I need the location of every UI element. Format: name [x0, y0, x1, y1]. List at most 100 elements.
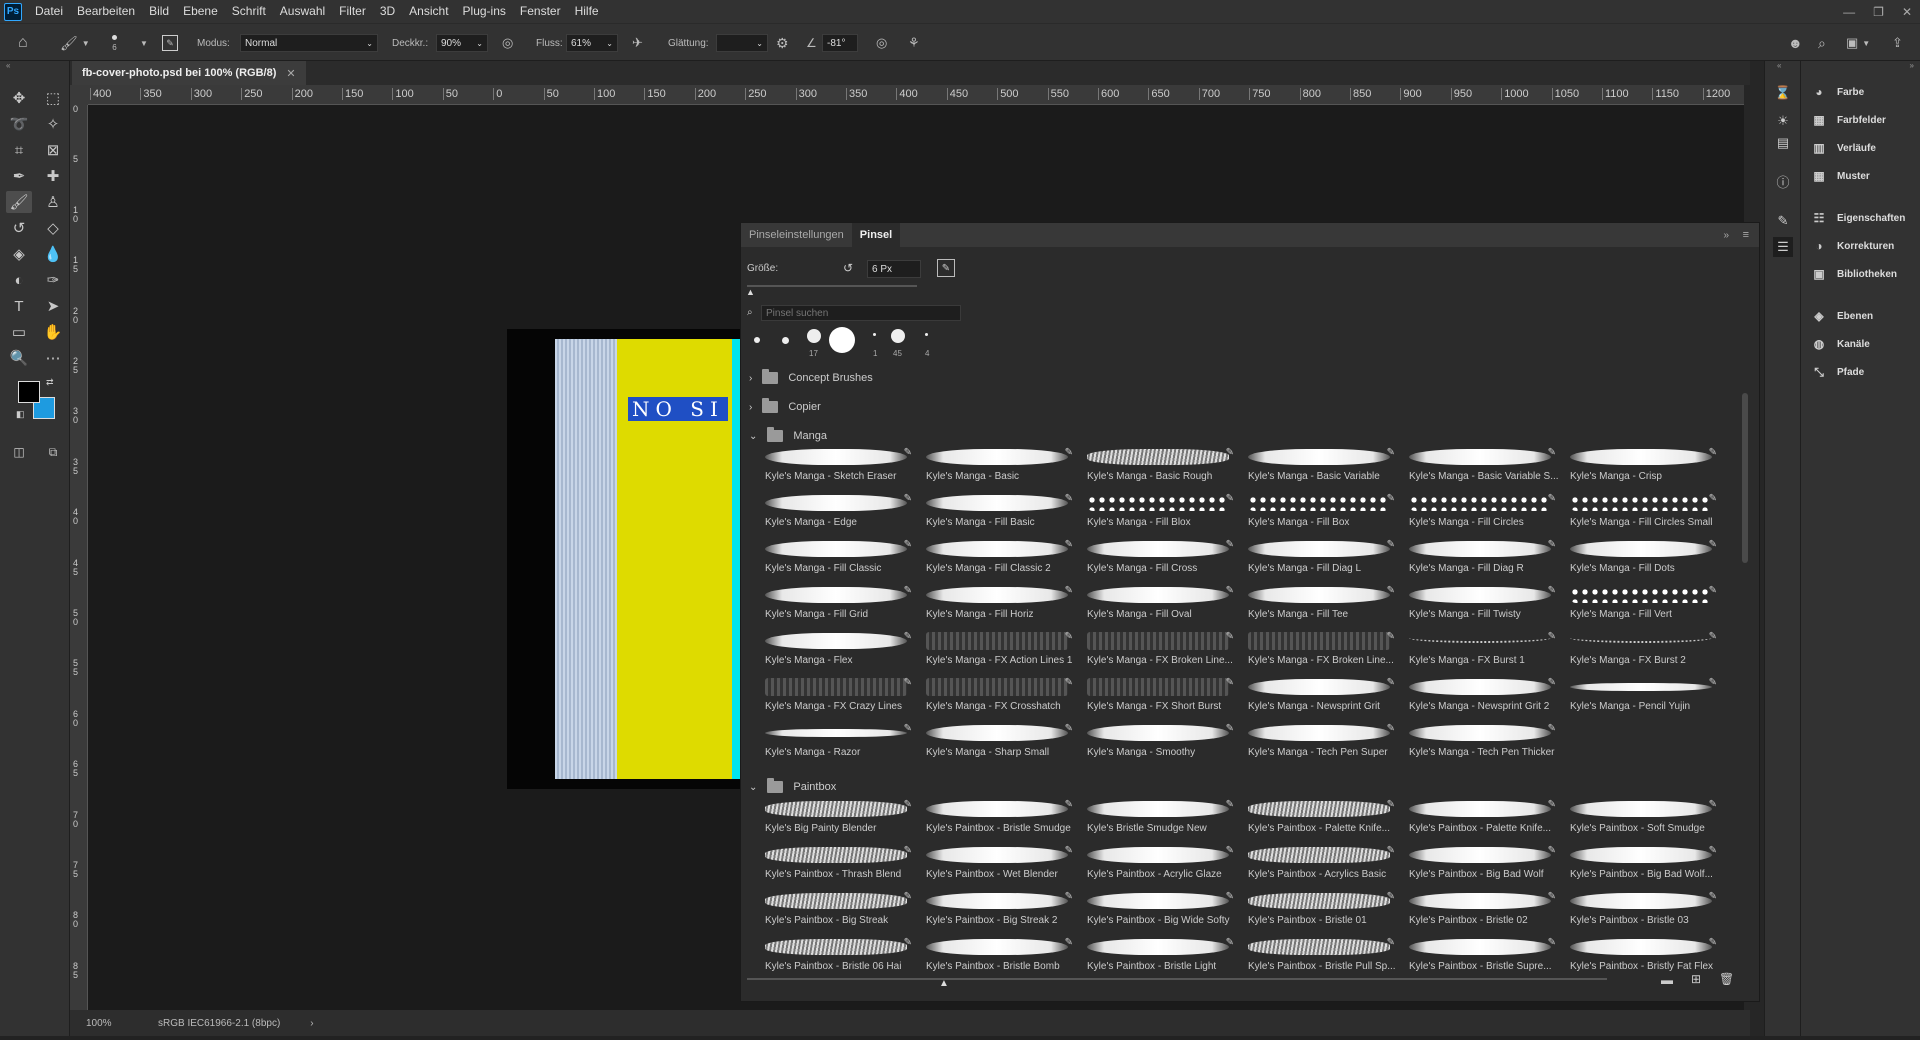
move-tool-icon[interactable]: ✥ — [6, 87, 32, 109]
workspace-icon[interactable]: ▣ — [1846, 35, 1858, 51]
brush-preset-item[interactable]: ✎ Kyle's Manga - Basic Variable S... — [1403, 443, 1564, 489]
screen-mode-icon[interactable]: ⧉ — [40, 441, 66, 463]
info-icon[interactable]: ⓘ — [1773, 171, 1793, 191]
brush-preset-item[interactable]: ✎ Kyle's Manga - Fill Basic — [920, 489, 1081, 535]
panel-libraries[interactable]: ▣ Bibliotheken — [1811, 263, 1897, 285]
brush-preset-item[interactable]: ✎ Kyle's Manga - FX Crosshatch — [920, 673, 1081, 719]
menu-fenster[interactable]: Fenster — [513, 0, 568, 23]
document-tab[interactable]: fb-cover-photo.psd bei 100% (RGB/8) ✕ — [72, 61, 306, 85]
preset-brush[interactable] — [782, 337, 789, 344]
close-tab-icon[interactable]: ✕ — [286, 67, 295, 80]
brush-preset-item[interactable]: ✎ Kyle's Manga - Fill Tee — [1242, 581, 1403, 627]
panel-swatches[interactable]: ▦ Farbfelder — [1811, 109, 1886, 131]
folder-paintbox[interactable]: ⌄ Paintbox — [749, 777, 836, 797]
hand-tool-icon[interactable]: ✋ — [40, 321, 66, 343]
brush-tool-icon[interactable]: 🖌 — [60, 35, 78, 52]
brush-preset-item[interactable]: ✎ Kyle's Manga - Basic Rough — [1081, 443, 1242, 489]
brush-search-input[interactable] — [761, 305, 961, 321]
brush-preset-item[interactable]: ✎ Kyle's Paintbox - Bristle Supre... — [1403, 933, 1564, 971]
flow-field[interactable]: 61% ⌄ — [566, 34, 618, 52]
brush-preset-item[interactable]: ✎ Kyle's Paintbox - Big Streak 2 — [920, 887, 1081, 933]
preset-brush[interactable] — [925, 333, 928, 336]
brush-preset-item[interactable]: ✎ Kyle's Paintbox - Acrylic Glaze — [1081, 841, 1242, 887]
brush-preset-item[interactable]: ✎ Kyle's Manga - Crisp — [1564, 443, 1725, 489]
brush-preset-item[interactable]: ✎ Kyle's Paintbox - Bristle 03 — [1564, 887, 1725, 933]
brush-preset-item[interactable]: ✎ Kyle's Manga - Basic Variable — [1242, 443, 1403, 489]
brush-preset-item[interactable]: ✎ Kyle's Manga - Edge — [759, 489, 920, 535]
minimize-icon[interactable]: — — [1843, 5, 1855, 19]
panel-color[interactable]: ◕ Farbe — [1811, 81, 1864, 103]
brush-preset-item[interactable]: ✎ Kyle's Paintbox - Big Bad Wolf... — [1564, 841, 1725, 887]
pressure-size-icon[interactable]: ◎ — [876, 35, 887, 51]
brush-preset-item[interactable]: ✎ Kyle's Paintbox - Thrash Blend — [759, 841, 920, 887]
menu-schrift[interactable]: Schrift — [225, 0, 273, 23]
reset-size-icon[interactable]: ↺ — [843, 261, 853, 275]
new-group-icon[interactable]: ▬ — [1661, 973, 1673, 987]
trash-icon[interactable]: 🗑 — [1719, 972, 1734, 986]
zoom-tool-icon[interactable]: 🔍 — [6, 347, 32, 369]
opacity-field[interactable]: 90% ⌄ — [436, 34, 488, 52]
eraser-tool-icon[interactable]: ◇ — [40, 217, 66, 239]
light-icon[interactable]: ☀ — [1773, 111, 1793, 131]
brush-list-scrollbar[interactable] — [1741, 373, 1749, 993]
brush-presets-icon[interactable]: ✎ — [1773, 211, 1793, 231]
brush-preset-item[interactable]: ✎ Kyle's Manga - Pencil Yujin — [1564, 673, 1725, 719]
brush-preset-item[interactable]: ✎ Kyle's Manga - Fill Circles Small — [1564, 489, 1725, 535]
brush-preset-item[interactable]: ✎ Kyle's Manga - Sharp Small — [920, 719, 1081, 765]
brush-settings-icon[interactable]: ☰ — [1773, 237, 1793, 257]
type-tool-icon[interactable]: T — [6, 295, 32, 317]
brush-preset-item[interactable]: ✎ Kyle's Manga - Smoothy — [1081, 719, 1242, 765]
menu-filter[interactable]: Filter — [332, 0, 373, 23]
new-brush-plus-icon[interactable]: ⊞ — [1691, 972, 1701, 986]
chevron-down-icon[interactable]: ▼ — [140, 39, 148, 48]
export-icon[interactable]: ⇪ — [1892, 35, 1903, 51]
brush-preview-dot[interactable] — [112, 34, 117, 40]
panel-patterns[interactable]: ▦ Muster — [1811, 165, 1869, 187]
new-brush-icon[interactable]: ✎ — [937, 259, 955, 277]
mode-select[interactable]: Normal ⌄ — [240, 34, 378, 52]
brush-preset-item[interactable]: ✎ Kyle's Manga - FX Action Lines 1 — [920, 627, 1081, 673]
gear-icon[interactable]: ⚙ — [776, 35, 789, 52]
brush-preset-item[interactable]: ✎ Kyle's Paintbox - Bristle Pull Sp... — [1242, 933, 1403, 971]
preset-brush[interactable] — [754, 337, 760, 343]
brush-preset-item[interactable]: ✎ Kyle's Manga - Tech Pen Thicker — [1403, 719, 1564, 765]
tab-brush-settings[interactable]: Pinseleinstellungen — [741, 223, 852, 247]
menu-bild[interactable]: Bild — [142, 0, 176, 23]
menu-plugins[interactable]: Plug-ins — [456, 0, 513, 23]
airbrush-icon[interactable]: ✈ — [632, 35, 643, 51]
brush-preset-item[interactable]: ✎ Kyle's Manga - Fill Classic — [759, 535, 920, 581]
brush-preset-item[interactable]: ✎ Kyle's Manga - FX Broken Line... — [1081, 627, 1242, 673]
crop-tool-icon[interactable]: ⌗ — [6, 139, 32, 161]
quick-mask-icon[interactable]: ◫ — [6, 441, 32, 463]
brush-preset-item[interactable]: ✎ Kyle's Manga - Fill Box — [1242, 489, 1403, 535]
brush-preset-item[interactable]: ✎ Kyle's Manga - Fill Grid — [759, 581, 920, 627]
swap-colors-icon[interactable]: ⇄ — [46, 377, 54, 388]
history-icon[interactable]: ⌛ — [1773, 83, 1793, 103]
brush-preset-item[interactable]: ✎ Kyle's Paintbox - Bristle 06 Hai — [759, 933, 920, 971]
panel-gradients[interactable]: ▥ Verläufe — [1811, 137, 1876, 159]
paint-bucket-tool-icon[interactable]: ◈ — [6, 243, 32, 265]
eyedropper-tool-icon[interactable]: ✒ — [6, 165, 32, 187]
share-profile-icon[interactable]: ☻ — [1788, 35, 1803, 51]
brush-preset-item[interactable]: ✎ Kyle's Manga - Fill Classic 2 — [920, 535, 1081, 581]
brush-preset-item[interactable]: ✎ Kyle's Paintbox - Bristle 02 — [1403, 887, 1564, 933]
panel-layers[interactable]: ◈ Ebenen — [1811, 305, 1873, 327]
vertical-ruler[interactable]: 0 5 1 0 1 5 2 0 2 5 3 0 3 5 4 0 4 5 5 0 5 5 6 0 6 5 7 … — [70, 105, 88, 1010]
preset-brush[interactable] — [829, 327, 855, 353]
brush-preset-item[interactable]: ✎ Kyle's Manga - Sketch Eraser — [759, 443, 920, 489]
preset-brush[interactable] — [807, 329, 821, 343]
brush-preset-item[interactable]: ✎ Kyle's Paintbox - Bristle 01 — [1242, 887, 1403, 933]
brush-preset-item[interactable]: ✎ Kyle's Manga - FX Crazy Lines — [759, 673, 920, 719]
brush-preset-item[interactable]: ✎ Kyle's Manga - Fill Dots — [1564, 535, 1725, 581]
brush-preset-item[interactable]: ✎ Kyle's Paintbox - Palette Knife... — [1403, 795, 1564, 841]
menu-hilfe[interactable]: Hilfe — [568, 0, 606, 23]
size-field[interactable]: 6 Px — [867, 260, 921, 278]
chevron-right-icon[interactable]: › — [310, 1018, 313, 1029]
brush-preset-item[interactable]: ✎ Kyle's Paintbox - Big Bad Wolf — [1403, 841, 1564, 887]
brush-preset-item[interactable]: ✎ Kyle's Manga - Fill Diag L — [1242, 535, 1403, 581]
preview-size-slider-track[interactable] — [747, 978, 1607, 980]
magic-wand-tool-icon[interactable]: ✧ — [40, 113, 66, 135]
home-icon[interactable]: ⌂ — [18, 34, 28, 52]
brush-preset-item[interactable]: ✎ Kyle's Paintbox - Acrylics Basic — [1242, 841, 1403, 887]
search-icon[interactable]: ⌕ — [1818, 35, 1826, 52]
